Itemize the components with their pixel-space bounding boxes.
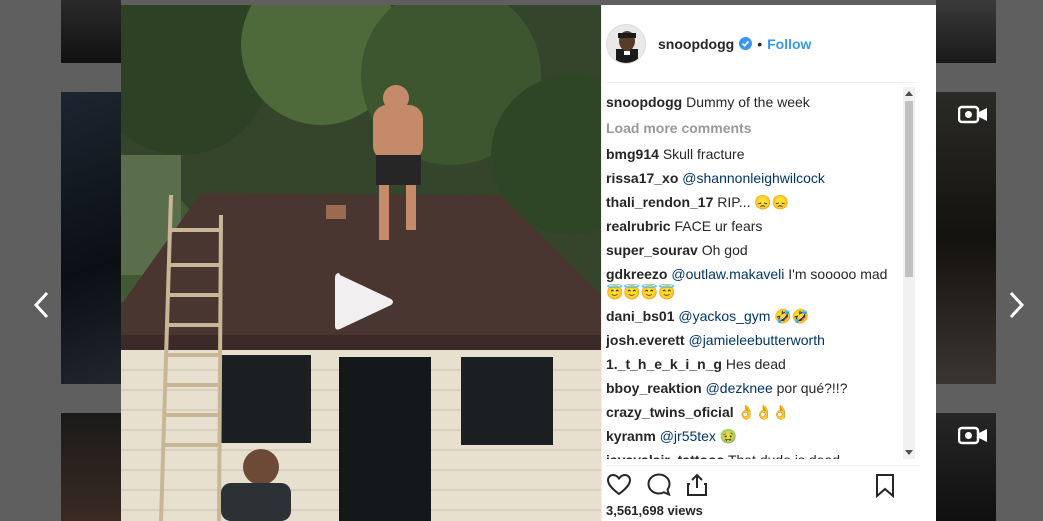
comment-mention-link[interactable]: @jamieleebutterworth	[688, 332, 824, 348]
avatar-image	[607, 24, 645, 63]
background-post-thumbnail[interactable]	[61, 0, 121, 63]
chevron-left-icon[interactable]	[32, 290, 52, 320]
chevron-right-icon[interactable]	[1006, 290, 1026, 320]
comment-mention-link[interactable]: @shannonleighwilcock	[682, 170, 825, 186]
bookmark-icon[interactable]	[872, 472, 898, 498]
play-icon[interactable]	[333, 269, 395, 335]
comment-username[interactable]: crazy_twins_oficial	[606, 404, 734, 420]
comment-username[interactable]: josh.everett	[606, 332, 685, 348]
verified-badge-icon	[739, 37, 753, 50]
comment-username[interactable]: gdkreezo	[606, 266, 667, 282]
comments-list[interactable]: snoopdogg Dummy of the week Load more co…	[606, 93, 898, 459]
post-header: snoopdogg • Follow	[606, 5, 916, 83]
comment-username[interactable]: jayayalajr_tattoos	[606, 452, 724, 459]
scrollbar-thumb[interactable]	[905, 101, 913, 277]
comment-username[interactable]: 1._t_h_e_k_i_n_g	[606, 356, 722, 372]
background-post-thumbnail[interactable]	[936, 0, 996, 63]
background-post-thumbnail[interactable]	[936, 413, 996, 521]
avatar[interactable]	[606, 23, 646, 64]
separator-dot: •	[757, 35, 763, 52]
comment-text: por qué?!!?	[776, 380, 848, 396]
share-icon[interactable]	[684, 472, 710, 498]
comment-username[interactable]: bboy_reaktion	[606, 380, 702, 396]
comment-mention-link[interactable]: @outlaw.makaveli	[671, 266, 784, 282]
comment-text: That dude is dead	[728, 452, 840, 459]
comment-text: Hes dead	[725, 356, 786, 372]
view-count: 3,561,698 views	[606, 503, 703, 518]
comment-username[interactable]: super_sourav	[606, 242, 698, 258]
heart-icon[interactable]	[606, 472, 632, 498]
comment-username[interactable]: thali_rendon_17	[606, 194, 713, 210]
comment-username[interactable]: realrubric	[606, 218, 671, 234]
comment-username[interactable]: kyranm	[606, 428, 656, 444]
comment-icon[interactable]	[646, 472, 672, 498]
comment-text: 👌👌👌	[737, 404, 790, 420]
comment-item: bboy_reaktion @dezknee por qué?!!?	[606, 379, 898, 397]
post-modal: snoopdogg • Follow snoopdogg Dummy of th…	[121, 5, 936, 521]
video-player[interactable]	[121, 5, 601, 521]
comment-mention-link[interactable]: @yackos_gym	[678, 308, 770, 324]
comment-username[interactable]: bmg914	[606, 146, 659, 162]
scroll-up-arrow-icon[interactable]	[905, 91, 913, 96]
comment-mention-link[interactable]: @jr55tex	[660, 428, 716, 444]
post-sidebar: snoopdogg • Follow snoopdogg Dummy of th…	[601, 5, 936, 521]
comment-text: 🤣🤣	[774, 308, 810, 324]
comment-item: kyranm @jr55tex 🤢	[606, 427, 898, 445]
comment-item: 1._t_h_e_k_i_n_g Hes dead	[606, 355, 898, 373]
comment-text: FACE ur fears	[674, 218, 763, 234]
comment-username[interactable]: dani_bs01	[606, 308, 674, 324]
comment-item: bmg914 Skull fracture	[606, 145, 898, 163]
comment-username[interactable]: snoopdogg	[606, 94, 682, 110]
comment-text: Skull fracture	[662, 146, 745, 162]
comment-item: gdkreezo @outlaw.makaveli I'm sooooo mad…	[606, 265, 898, 301]
post-username[interactable]: snoopdogg	[658, 36, 734, 52]
comment-item: rissa17_xo @shannonleighwilcock	[606, 169, 898, 187]
comments-scrollbar[interactable]	[903, 87, 915, 459]
video-frame	[121, 5, 601, 521]
background-post-thumbnail[interactable]	[61, 92, 121, 384]
video-camera-icon	[958, 105, 987, 124]
comment-text: Oh god	[701, 242, 748, 258]
comment-text: Dummy of the week	[686, 94, 810, 110]
background-post-thumbnail[interactable]	[61, 413, 121, 521]
comment-mention-link[interactable]: @dezknee	[706, 380, 773, 396]
comment-text: 🤢	[719, 428, 738, 444]
scroll-down-arrow-icon[interactable]	[905, 450, 913, 455]
comment-item: super_sourav Oh god	[606, 241, 898, 259]
comment-item: realrubric FACE ur fears	[606, 217, 898, 235]
comment-item: crazy_twins_oficial 👌👌👌	[606, 403, 898, 421]
comment-item: dani_bs01 @yackos_gym 🤣🤣	[606, 307, 898, 325]
post-actions	[606, 465, 920, 501]
comment-item: josh.everett @jamieleebutterworth	[606, 331, 898, 349]
comment-text: RIP... 😞😞	[717, 194, 790, 210]
follow-button[interactable]: Follow	[767, 36, 811, 52]
caption: snoopdogg Dummy of the week	[606, 93, 898, 111]
background-post-thumbnail[interactable]	[936, 92, 996, 384]
comment-item: jayayalajr_tattoos That dude is dead	[606, 451, 898, 459]
video-camera-icon	[958, 426, 987, 445]
comment-username[interactable]: rissa17_xo	[606, 170, 678, 186]
load-more-comments-button[interactable]: Load more comments	[606, 119, 898, 137]
comment-item: thali_rendon_17 RIP... 😞😞	[606, 193, 898, 211]
